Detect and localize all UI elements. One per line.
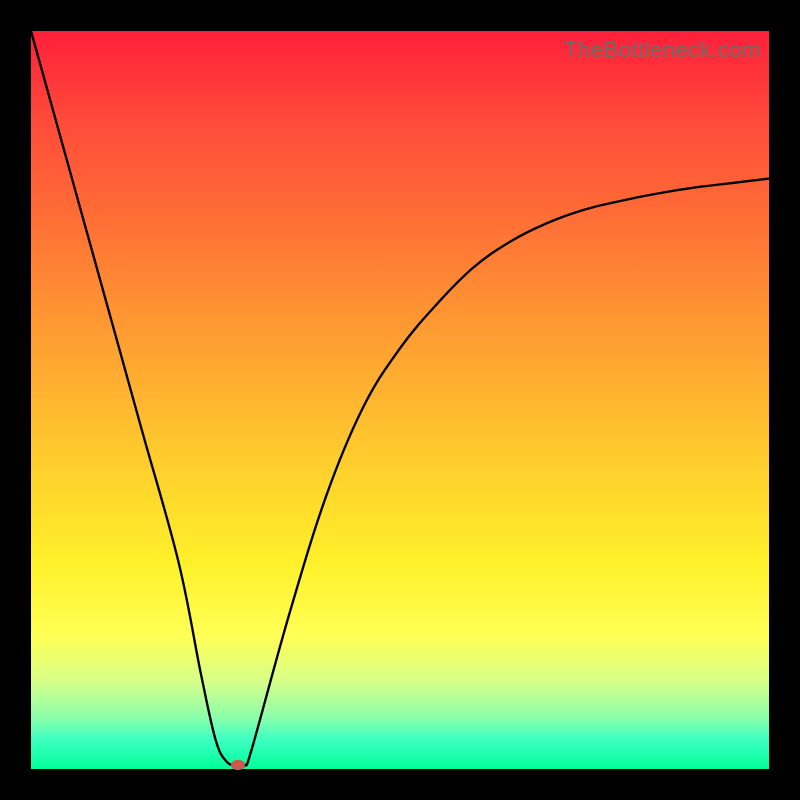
bottleneck-curve-path [31,31,769,767]
curve-svg [31,31,769,769]
minimum-marker [231,760,245,770]
chart-frame: TheBottleneck.com [0,0,800,800]
plot-area: TheBottleneck.com [31,31,769,769]
